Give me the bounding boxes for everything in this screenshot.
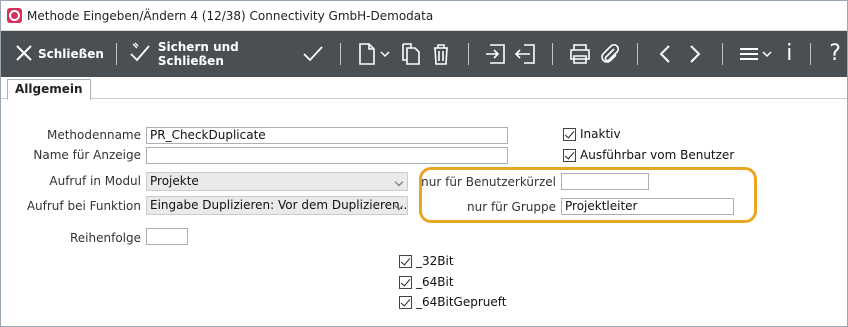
toolbar-divider xyxy=(637,43,639,65)
bit32-label: _32Bit xyxy=(416,254,454,268)
ausfuehrbar-checkbox-row[interactable]: Ausführbar vom Benutzer xyxy=(563,148,734,162)
title-bar: Methode Eingeben/Ändern 4 (12/38) Connec… xyxy=(1,1,847,31)
methodenname-label: Methodenname xyxy=(46,128,141,142)
save-and-close-button[interactable]: Sichern und Schließen xyxy=(129,40,292,68)
bit64geprueft-label: _64BitGeprueft xyxy=(416,295,507,309)
export-icon[interactable] xyxy=(514,42,536,66)
inaktiv-checkbox-row[interactable]: Inaktiv xyxy=(563,127,621,141)
inaktiv-checkbox[interactable] xyxy=(563,127,576,141)
app-icon xyxy=(7,8,22,23)
tab-strip: Allgemein xyxy=(1,77,847,100)
chevron-down-icon[interactable] xyxy=(380,50,390,58)
chevron-down-icon xyxy=(394,177,404,187)
aufruf-modul-select[interactable]: Projekte xyxy=(146,172,408,191)
toolbar-divider xyxy=(721,43,723,65)
next-icon[interactable] xyxy=(684,42,706,66)
bit64-checkbox[interactable] xyxy=(399,275,412,289)
gruppe-label: nur für Gruppe xyxy=(467,200,556,214)
trash-icon[interactable] xyxy=(430,42,452,66)
close-button-label: Schließen xyxy=(38,47,104,61)
bit64geprueft-checkbox-row[interactable]: _64BitGeprueft xyxy=(399,295,506,309)
toolbar-divider xyxy=(552,43,554,65)
check-pen-icon xyxy=(129,42,153,67)
tab-allgemein[interactable]: Allgemein xyxy=(7,79,91,100)
aufruf-funktion-label: Aufruf bei Funktion xyxy=(26,199,141,213)
general-form: Methodenname PR_CheckDuplicate Name für … xyxy=(1,99,847,327)
reihenfolge-label: Reihenfolge xyxy=(69,231,141,245)
toolbar-divider xyxy=(339,43,341,65)
close-button[interactable]: Schließen xyxy=(15,44,104,65)
aufruf-modul-label: Aufruf in Modul xyxy=(49,174,141,188)
bit64geprueft-checkbox[interactable] xyxy=(399,295,412,309)
window-title: Methode Eingeben/Ändern 4 (12/38) Connec… xyxy=(27,8,434,23)
toolbar-divider xyxy=(115,43,117,65)
new-document-icon[interactable] xyxy=(357,42,379,66)
attachment-icon[interactable] xyxy=(599,42,621,66)
info-icon[interactable]: i xyxy=(786,43,792,65)
ausfuehrbar-checkbox[interactable] xyxy=(563,148,576,162)
reihenfolge-field[interactable] xyxy=(146,228,188,245)
close-icon xyxy=(15,44,33,65)
print-icon[interactable] xyxy=(569,42,591,66)
bit64-checkbox-row[interactable]: _64Bit xyxy=(399,275,454,289)
copy-icon[interactable] xyxy=(400,42,422,66)
method-edit-window: Methode Eingeben/Ändern 4 (12/38) Connec… xyxy=(0,0,848,327)
benutzerkuerzel-field[interactable] xyxy=(561,173,649,190)
previous-icon[interactable] xyxy=(654,42,676,66)
name-anzeige-label: Name für Anzeige xyxy=(33,148,141,162)
menu-icon[interactable] xyxy=(739,42,761,66)
import-icon[interactable] xyxy=(484,42,506,66)
inaktiv-label: Inaktiv xyxy=(580,127,621,141)
save-and-close-label: Sichern und Schließen xyxy=(157,40,239,68)
save-check-icon[interactable] xyxy=(302,42,324,66)
chevron-down-icon[interactable] xyxy=(762,50,772,58)
aufruf-funktion-select[interactable]: Eingabe Duplizieren: Vor dem Duplizieren… xyxy=(146,196,408,215)
help-icon[interactable]: ? xyxy=(829,43,841,65)
methodenname-field[interactable]: PR_CheckDuplicate xyxy=(146,127,508,144)
benutzerkuerzel-label: nur für Benutzerkürzel xyxy=(421,175,556,189)
toolbar: Schließen Sichern und Schließen i ? xyxy=(1,31,847,77)
toolbar-divider xyxy=(810,43,812,65)
bit32-checkbox-row[interactable]: _32Bit xyxy=(399,254,454,268)
aufruf-funktion-value: Eingabe Duplizieren: Vor dem Duplizieren… xyxy=(150,198,408,212)
ausfuehrbar-label: Ausführbar vom Benutzer xyxy=(580,148,735,162)
aufruf-modul-value: Projekte xyxy=(150,174,199,188)
gruppe-field[interactable]: Projektleiter xyxy=(561,198,734,215)
bit64-label: _64Bit xyxy=(416,275,454,289)
name-anzeige-field[interactable] xyxy=(146,147,508,164)
bit32-checkbox[interactable] xyxy=(399,254,412,268)
toolbar-divider xyxy=(467,43,469,65)
